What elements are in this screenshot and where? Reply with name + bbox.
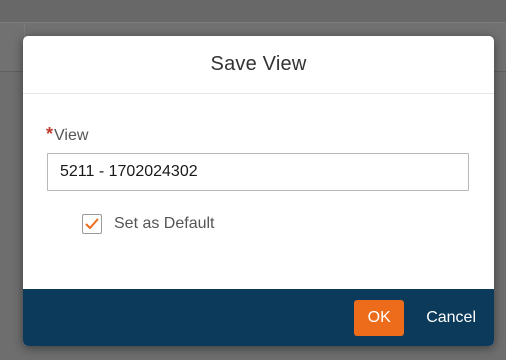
view-field-label: *View [46, 124, 88, 145]
dialog-title: Save View [210, 53, 307, 75]
cancel-button[interactable]: Cancel [416, 300, 486, 336]
ok-button[interactable]: OK [354, 299, 405, 336]
set-as-default-checkbox[interactable] [82, 214, 102, 234]
set-as-default-option[interactable]: Set as Default [82, 214, 215, 234]
checkmark-icon [85, 218, 99, 229]
save-view-dialog: Save View *View Set as Default OK Cancel [23, 36, 494, 346]
view-name-input[interactable] [47, 153, 469, 191]
dialog-header: Save View [23, 36, 494, 94]
backdrop-header [0, 0, 506, 22]
view-label-text: View [54, 127, 89, 144]
dialog-content: *View Set as Default [23, 94, 494, 290]
dialog-footer: OK Cancel [23, 289, 494, 346]
set-as-default-label: Set as Default [114, 215, 215, 232]
required-marker: * [46, 124, 54, 144]
